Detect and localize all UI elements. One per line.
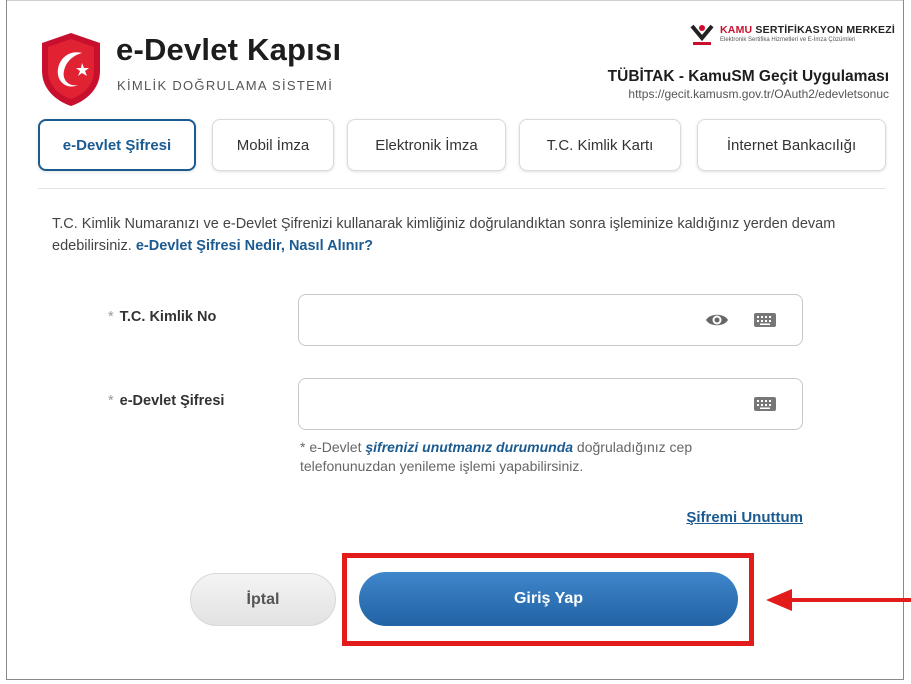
tab-internet-bankaciligi[interactable]: İnternet Bankacılığı	[697, 119, 886, 171]
tab-elektronik-imza[interactable]: Elektronik İmza	[347, 119, 506, 171]
tab-mobil-imza[interactable]: Mobil İmza	[212, 119, 334, 171]
tab-edevlet-sifresi[interactable]: e-Devlet Şifresi	[38, 119, 196, 171]
tab-tc-kimlik-karti[interactable]: T.C. Kimlik Kartı	[519, 119, 681, 171]
keyboard-icon[interactable]	[753, 395, 777, 413]
app-title: TÜBİTAK - KamuSM Geçit Uygulaması	[607, 68, 889, 85]
forgot-password-link[interactable]: Şifremi Unuttum	[686, 509, 803, 526]
brand-title: e-Devlet Kapısı	[116, 32, 342, 67]
cancel-button[interactable]: İptal	[190, 573, 336, 626]
eye-icon[interactable]	[705, 311, 729, 329]
arrow-left-icon	[766, 589, 911, 611]
app-url: https://gecit.kamusm.gov.tr/OAuth2/edevl…	[628, 87, 889, 101]
tc-kimlik-input[interactable]	[298, 294, 803, 346]
kamusm-logo-icon	[690, 24, 714, 45]
password-input[interactable]	[298, 378, 803, 430]
keyboard-icon[interactable]	[753, 311, 777, 329]
password-label: * e-Devlet Şifresi	[108, 393, 225, 409]
password-hint: * e-Devlet şifrenizi unutmanız durumunda…	[300, 439, 693, 474]
edevlet-sifresi-info-link[interactable]: e-Devlet Şifresi Nedir, Nasıl Alınır?	[136, 238, 373, 254]
highlight-box	[342, 553, 754, 646]
intro-text: T.C. Kimlik Numaranızı ve e-Devlet Şifre…	[52, 216, 836, 254]
tab-divider	[38, 188, 886, 189]
kamusm-name: KAMU SERTİFİKASYON MERKEZİ	[720, 24, 895, 36]
kamusm-tagline: Elektronik Sertifika Hizmetleri ve E-İmz…	[720, 37, 856, 43]
forgot-password-hint-link[interactable]: şifrenizi unutmanız durumunda	[365, 439, 573, 455]
edevlet-emblem-icon	[42, 33, 100, 106]
tc-kimlik-label: * T.C. Kimlik No	[108, 309, 217, 325]
brand-subtitle: KİMLİK DOĞRULAMA SİSTEMİ	[117, 78, 334, 93]
